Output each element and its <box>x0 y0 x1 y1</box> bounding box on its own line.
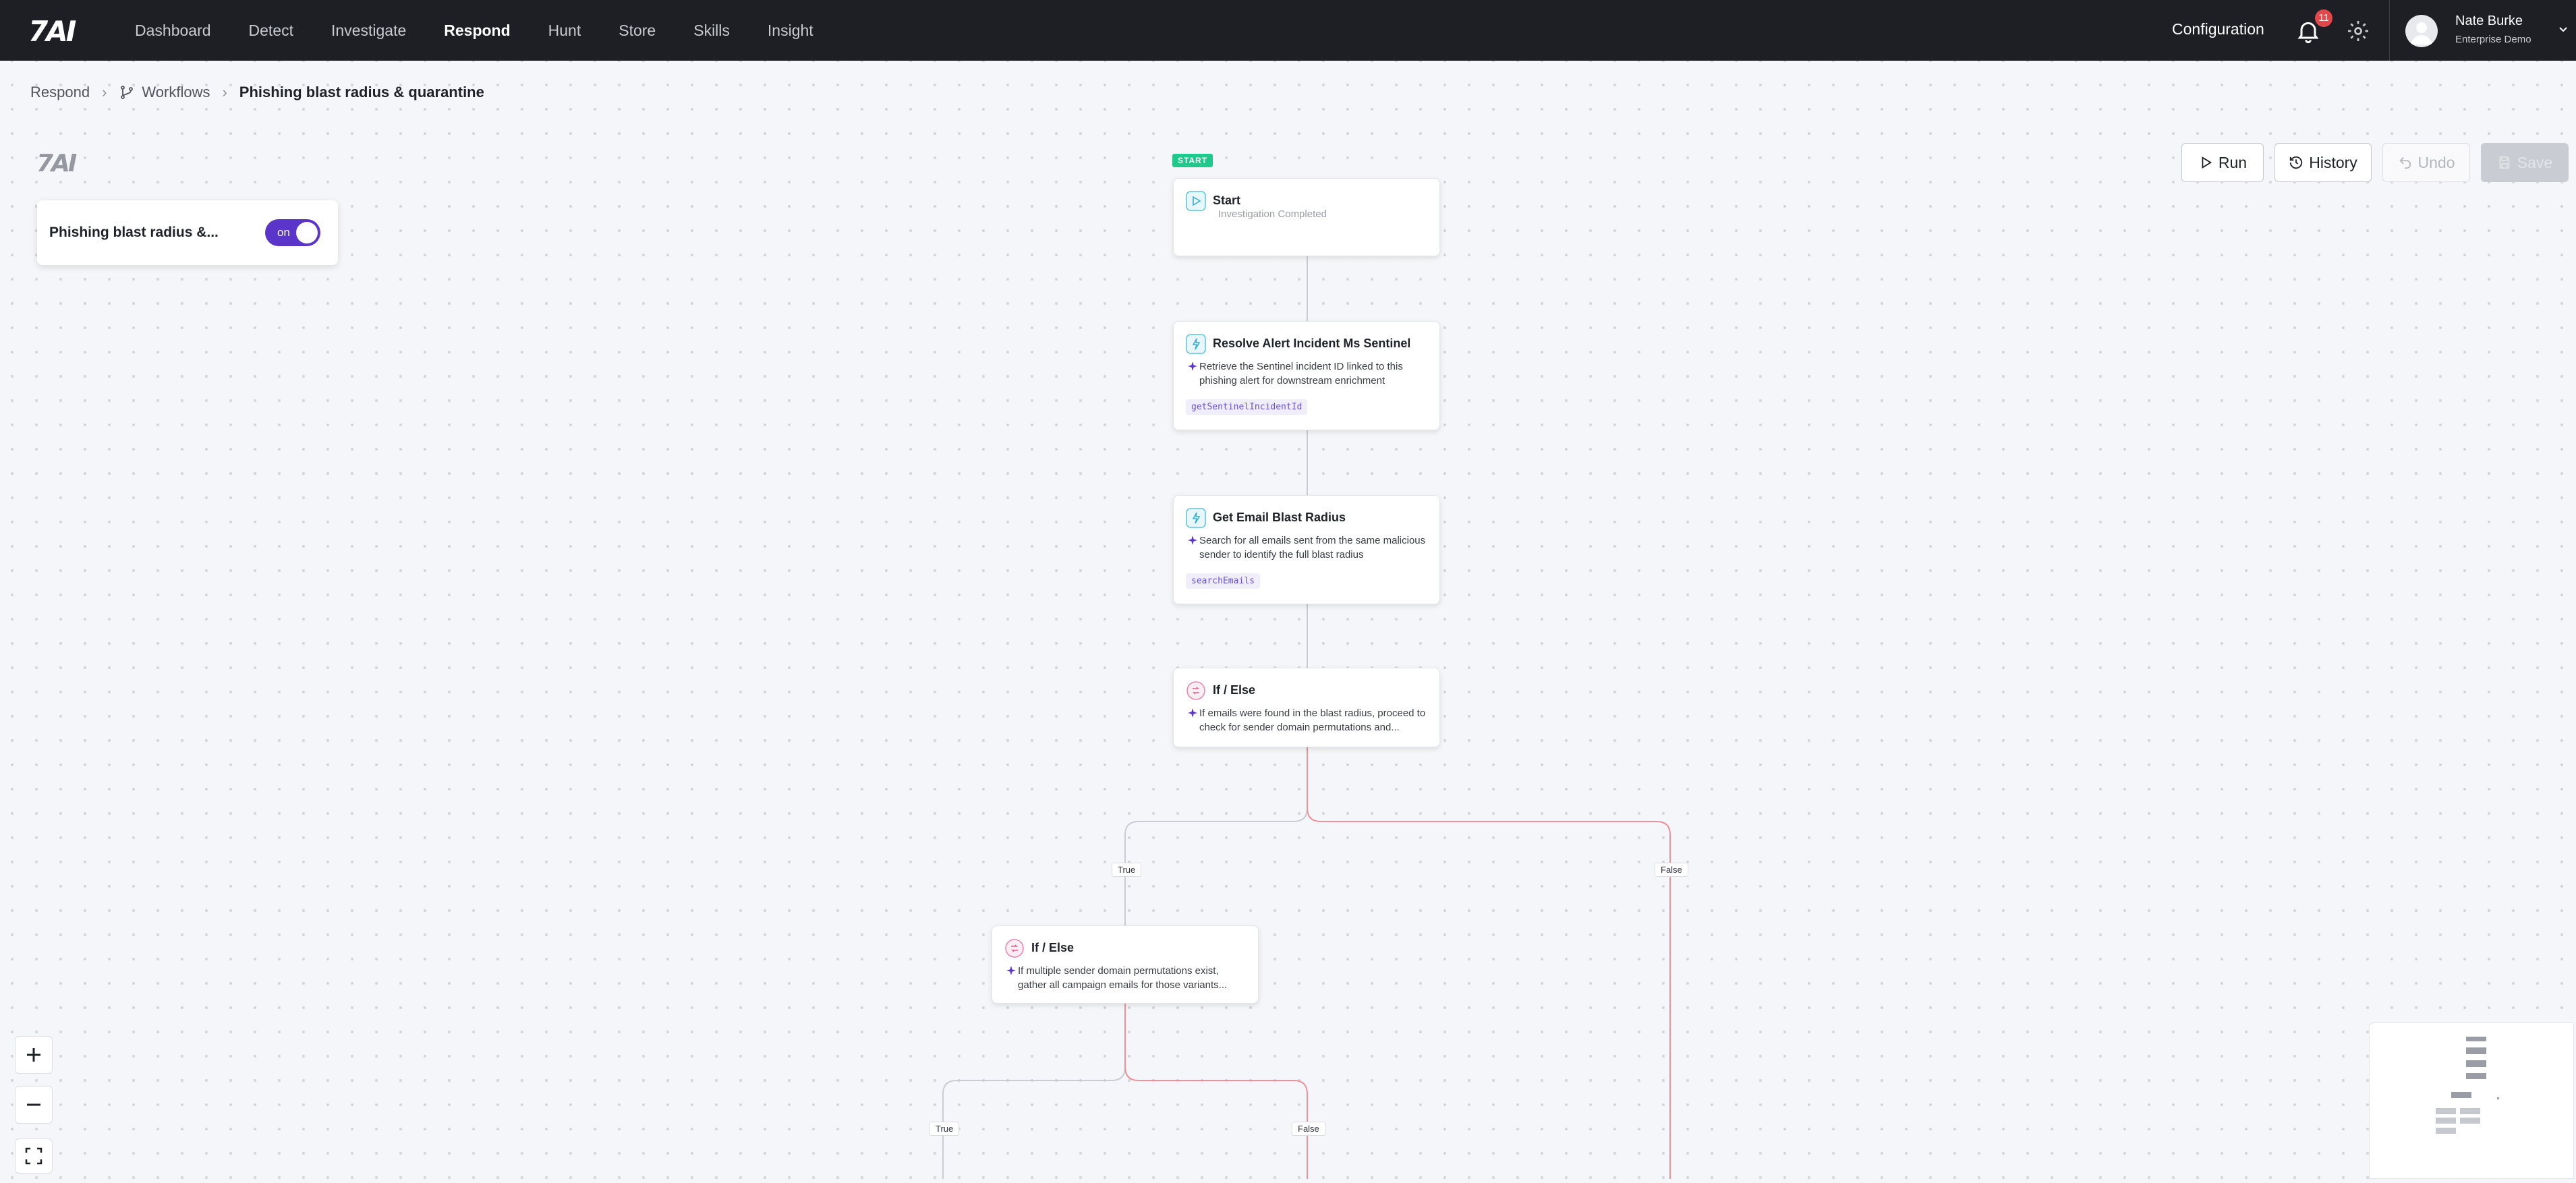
notification-count-badge: 11 <box>2315 9 2332 27</box>
fit-view-button[interactable] <box>15 1138 53 1174</box>
breadcrumb-workflows[interactable]: Workflows <box>142 84 210 101</box>
node-function-code: getSentinelIncidentId <box>1186 399 1308 415</box>
node-title: Get Email Blast Radius <box>1213 511 1346 524</box>
workflow-enabled-toggle[interactable]: on <box>265 219 320 246</box>
zoom-in-button[interactable] <box>15 1036 53 1074</box>
canvas-minimap[interactable] <box>2369 1022 2574 1179</box>
divider <box>2389 0 2390 61</box>
toggle-label: on <box>277 226 290 239</box>
gear-icon[interactable] <box>2346 19 2370 43</box>
minimap-preview <box>2436 1037 2499 1134</box>
edge-label-true: True <box>929 1122 960 1136</box>
fit-screen-icon <box>25 1147 42 1165</box>
node-title: If / Else <box>1031 941 1075 954</box>
edge-ifelse1-false <box>1307 747 1671 1179</box>
nav-investigate[interactable]: Investigate <box>331 22 406 40</box>
save-label: Save <box>2517 153 2553 171</box>
main-nav: Dashboard Detect Investigate Respond Hun… <box>135 0 851 61</box>
action-icon <box>1186 334 1206 354</box>
run-label: Run <box>2218 153 2248 171</box>
history-icon <box>2290 156 2303 169</box>
nav-dashboard[interactable]: Dashboard <box>135 22 211 40</box>
history-button[interactable]: History <box>2274 143 2372 182</box>
edge-ifelse1-true <box>1124 747 1308 928</box>
undo-icon <box>2399 157 2411 169</box>
workflow-name-card: Phishing blast radius &... on <box>37 200 338 265</box>
node-function-code: searchEmails <box>1186 573 1260 589</box>
save-icon <box>2499 156 2510 169</box>
chevron-down-icon[interactable] <box>2556 23 2570 36</box>
undo-label: Undo <box>2417 153 2455 171</box>
toggle-knob <box>296 222 318 243</box>
edge-label-false: False <box>1655 863 1688 877</box>
nav-skills[interactable]: Skills <box>693 22 730 40</box>
email-blast-radius-node[interactable]: Get Email Blast Radius Search for all em… <box>1173 495 1440 604</box>
if-else-node[interactable]: If / Else If emails were found in the bl… <box>1173 668 1440 747</box>
canvas-logo: 7AI <box>36 150 77 177</box>
node-subtitle: Investigation Completed <box>1218 208 1327 220</box>
user-name[interactable]: Nate Burke <box>2455 13 2523 29</box>
avatar[interactable] <box>2405 15 2438 47</box>
node-title: If / Else <box>1213 683 1256 697</box>
user-silhouette-icon <box>2411 22 2432 45</box>
user-org: Enterprise Demo <box>2455 34 2531 45</box>
nav-hunt[interactable]: Hunt <box>548 22 581 40</box>
nav-insight[interactable]: Insight <box>768 22 813 40</box>
sparkle-icon <box>1188 536 1197 545</box>
nav-store[interactable]: Store <box>619 22 656 40</box>
zoom-out-button[interactable] <box>15 1086 53 1124</box>
plus-icon <box>27 1048 40 1062</box>
edge-ifelse2-false <box>1124 1004 1308 1179</box>
action-icon <box>1186 508 1206 528</box>
chevron-right-icon: › <box>102 84 107 100</box>
node-title: Start <box>1213 194 1241 207</box>
branch-icon <box>1005 939 1024 958</box>
play-icon <box>2202 156 2212 169</box>
configuration-link[interactable]: Configuration <box>2172 20 2264 38</box>
save-button[interactable]: Save <box>2481 143 2569 182</box>
node-description: If multiple sender domain permutations e… <box>1018 965 1228 991</box>
nav-respond[interactable]: Respond <box>444 22 510 40</box>
sparkle-icon <box>1188 708 1197 718</box>
if-else-node[interactable]: If / Else If multiple sender domain perm… <box>992 925 1259 1004</box>
sparkle-icon <box>1006 966 1016 975</box>
breadcrumb: Respond › Workflows › Phishing blast rad… <box>30 84 484 101</box>
app-logo[interactable]: 7AI <box>28 15 76 48</box>
edge-label-false: False <box>1292 1122 1325 1136</box>
undo-button[interactable]: Undo <box>2382 143 2470 182</box>
edge-label-true: True <box>1112 863 1142 877</box>
breadcrumb-current: Phishing blast radius & quarantine <box>239 84 484 100</box>
play-icon <box>1186 191 1206 211</box>
workflow-name[interactable]: Phishing blast radius &... <box>49 225 219 241</box>
node-description: Retrieve the Sentinel incident ID linked… <box>1199 361 1403 386</box>
sparkle-icon <box>1188 362 1197 371</box>
resolve-incident-node[interactable]: Resolve Alert Incident Ms Sentinel Retri… <box>1173 321 1440 430</box>
top-navigation-bar: 7AI Dashboard Detect Investigate Respond… <box>0 0 2576 61</box>
branch-icon <box>1186 681 1205 700</box>
start-badge: START <box>1172 154 1213 167</box>
node-title: Resolve Alert Incident Ms Sentinel <box>1213 337 1411 350</box>
start-node[interactable]: Start Investigation Completed <box>1173 178 1440 256</box>
node-description: If emails were found in the blast radius… <box>1199 708 1426 733</box>
history-label: History <box>2309 153 2357 171</box>
minus-icon <box>27 1103 40 1106</box>
workflow-branch-icon <box>121 86 134 99</box>
node-description: Search for all emails sent from the same… <box>1199 535 1426 560</box>
nav-detect[interactable]: Detect <box>249 22 293 40</box>
edge-ifelse2-true <box>942 1004 1126 1179</box>
run-button[interactable]: Run <box>2181 143 2264 182</box>
breadcrumb-respond[interactable]: Respond <box>30 84 90 101</box>
chevron-right-icon: › <box>222 84 227 100</box>
